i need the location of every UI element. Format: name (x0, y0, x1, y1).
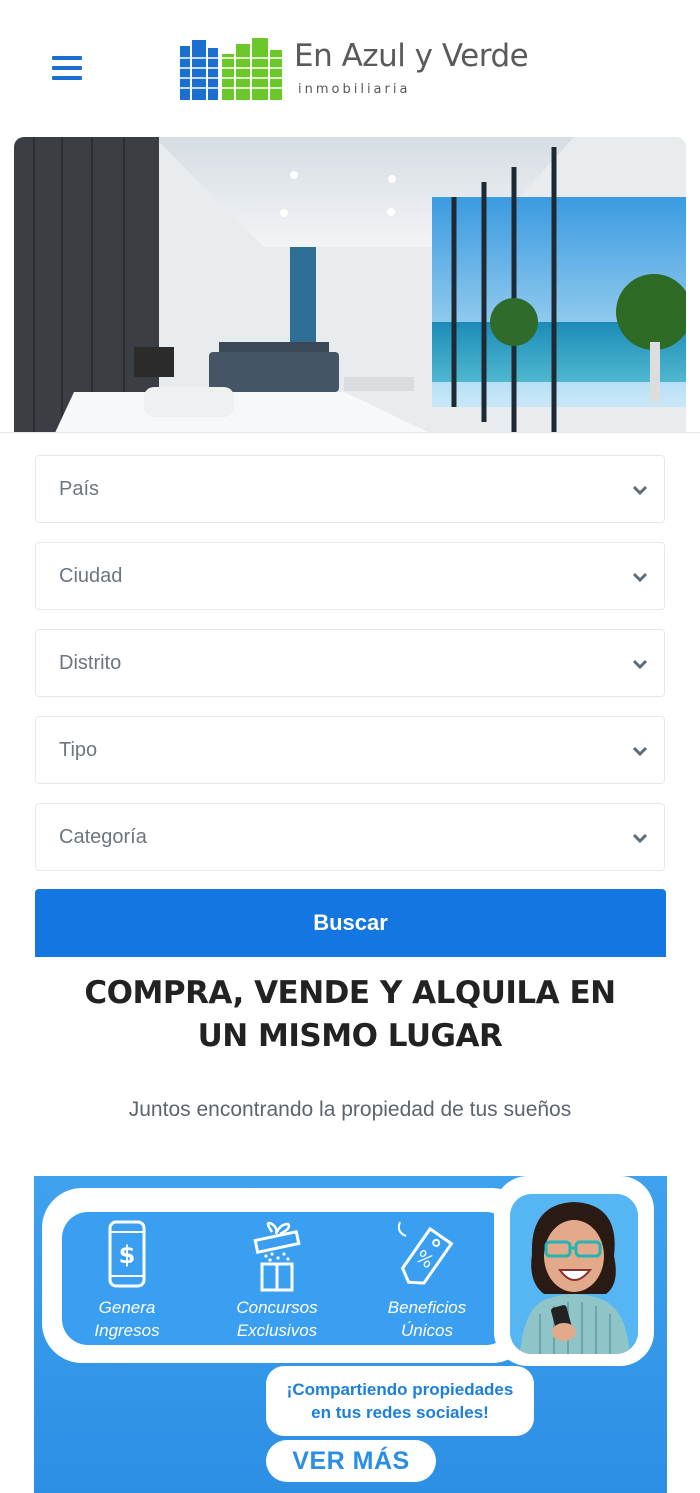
chevron-down-icon (632, 485, 648, 496)
benefit-unique-line-2: Únicos (401, 1321, 453, 1340)
headline-line-2: UN MISMO LUGAR (197, 1018, 503, 1054)
discount-tag-icon: % (397, 1221, 454, 1285)
phone-dollar-icon: $ (108, 1220, 146, 1288)
svg-text:$: $ (119, 1241, 136, 1269)
chevron-down-icon (632, 572, 648, 583)
hamburger-icon[interactable] (52, 56, 82, 82)
share-message: ¡Compartiendo propiedades en tus redes s… (266, 1366, 534, 1436)
benefit-unique-label: Beneficios Únicos (362, 1296, 492, 1342)
type-select[interactable]: Tipo (35, 716, 665, 784)
benefit-income-line-2: Ingresos (94, 1321, 160, 1340)
benefit-income-label: Genera Ingresos (62, 1296, 192, 1342)
district-select[interactable]: Distrito (35, 629, 665, 697)
country-select[interactable]: País (35, 455, 665, 523)
city-select[interactable]: Ciudad (35, 542, 665, 610)
brand-name: En Azul y Verde (294, 38, 529, 74)
hero-image (14, 137, 686, 435)
city-select-label: Ciudad (59, 565, 123, 587)
page-headline: COMPRA, VENDE Y ALQUILA EN UN MISMO LUGA… (60, 972, 640, 1058)
share-message-line-2: en tus redes sociales! (311, 1403, 489, 1422)
benefits-panel: $ Genera Ingresos Concursos Exclusivos %… (62, 1212, 512, 1345)
promo-banner[interactable]: $ Genera Ingresos Concursos Exclusivos %… (34, 1176, 667, 1493)
search-button[interactable]: Buscar (35, 889, 666, 957)
benefit-unique: % Beneficios Únicos (362, 1218, 492, 1343)
site-header: En Azul y Verde inmobiliaria (0, 0, 700, 135)
category-select[interactable]: Categoría (35, 803, 665, 871)
benefit-income: $ Genera Ingresos (62, 1218, 192, 1343)
headline-line-1: COMPRA, VENDE Y ALQUILA EN (84, 975, 616, 1011)
share-message-line-1: ¡Compartiendo propiedades (286, 1380, 514, 1399)
benefits-card: $ Genera Ingresos Concursos Exclusivos %… (42, 1188, 532, 1363)
category-select-label: Categoría (59, 826, 147, 848)
district-select-label: Distrito (59, 652, 122, 674)
benefit-contests-line-1: Concursos (236, 1298, 318, 1317)
benefit-contests: Concursos Exclusivos (212, 1218, 342, 1343)
chevron-down-icon (632, 746, 648, 757)
brand-logo[interactable]: En Azul y Verde inmobiliaria (178, 36, 529, 106)
gift-icon (253, 1221, 301, 1292)
property-search-form: País Ciudad Distrito Tipo Categoría Busc… (0, 432, 700, 957)
ver-mas-button[interactable]: VER MÁS (266, 1440, 436, 1482)
type-select-label: Tipo (59, 739, 98, 761)
benefit-unique-line-1: Beneficios (387, 1298, 467, 1317)
benefit-contests-line-2: Exclusivos (236, 1321, 318, 1340)
benefit-contests-label: Concursos Exclusivos (212, 1296, 342, 1342)
benefit-income-line-1: Genera (98, 1298, 156, 1317)
country-select-label: País (59, 478, 100, 500)
brand-tagline: inmobiliaria (298, 82, 411, 97)
smiling-woman-photo (510, 1194, 638, 1354)
buildings-logo-icon (178, 38, 286, 100)
chevron-down-icon (632, 833, 648, 844)
chevron-down-icon (632, 659, 648, 670)
page-subheadline: Juntos encontrando la propiedad de tus s… (128, 1098, 572, 1121)
person-photo-frame (494, 1176, 654, 1366)
